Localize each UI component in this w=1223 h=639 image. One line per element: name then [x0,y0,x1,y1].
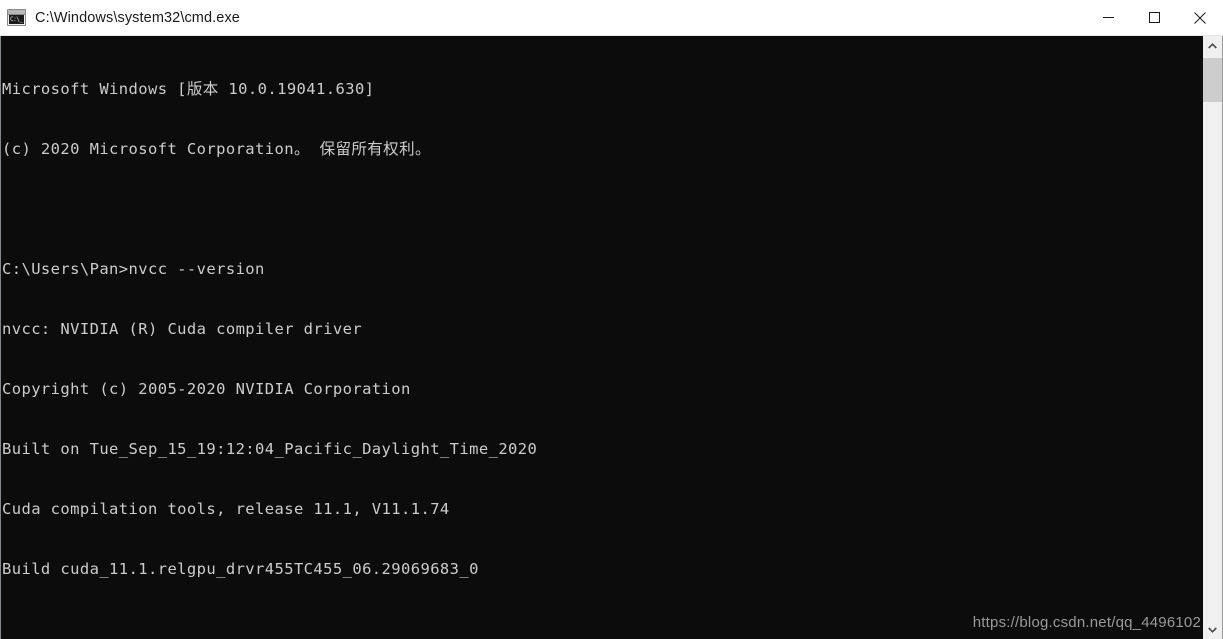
cmd-window: C:\_ C:\Windows\system32\cmd.exe Microso… [0,0,1223,639]
console-line-command: C:\Users\Pan>nvcc --version [2,260,265,278]
maximize-icon [1148,12,1160,23]
scrollbar-thumb[interactable] [1203,58,1222,102]
console-line: (c) 2020 Microsoft Corporation。 保留所有权利。 [2,140,431,158]
cmd-icon-screen: C:\_ [9,15,24,24]
cmd-icon[interactable]: C:\_ [7,9,26,26]
window-title: C:\Windows\system32\cmd.exe [35,9,240,26]
close-button[interactable] [1177,0,1223,35]
window-controls [1085,0,1223,35]
minimize-button[interactable] [1085,0,1131,35]
scroll-down-button[interactable] [1203,620,1222,639]
console-text: Microsoft Windows [版本 10.0.19041.630] (c… [1,36,1203,639]
vertical-scrollbar[interactable] [1203,36,1223,639]
minimize-icon [1102,17,1114,18]
chevron-down-icon [1208,626,1217,633]
console-line: Build cuda_11.1.relgpu_drvr455TC455_06.2… [2,560,479,578]
close-icon [1194,11,1206,24]
console-line: Microsoft Windows [版本 10.0.19041.630] [2,80,375,98]
console-line: nvcc: NVIDIA (R) Cuda compiler driver [2,320,363,338]
chevron-up-icon [1208,42,1217,49]
console-output-area[interactable]: Microsoft Windows [版本 10.0.19041.630] (c… [0,36,1203,639]
maximize-button[interactable] [1131,0,1177,35]
scroll-up-button[interactable] [1203,36,1222,55]
title-bar[interactable]: C:\_ C:\Windows\system32\cmd.exe [0,0,1223,36]
console-line: Cuda compilation tools, release 11.1, V1… [2,500,450,518]
watermark: https://blog.csdn.net/qq_4496102 [972,614,1201,631]
console-line: Built on Tue_Sep_15_19:12:04_Pacific_Day… [2,440,538,458]
console-line: Copyright (c) 2005-2020 NVIDIA Corporati… [2,380,411,398]
